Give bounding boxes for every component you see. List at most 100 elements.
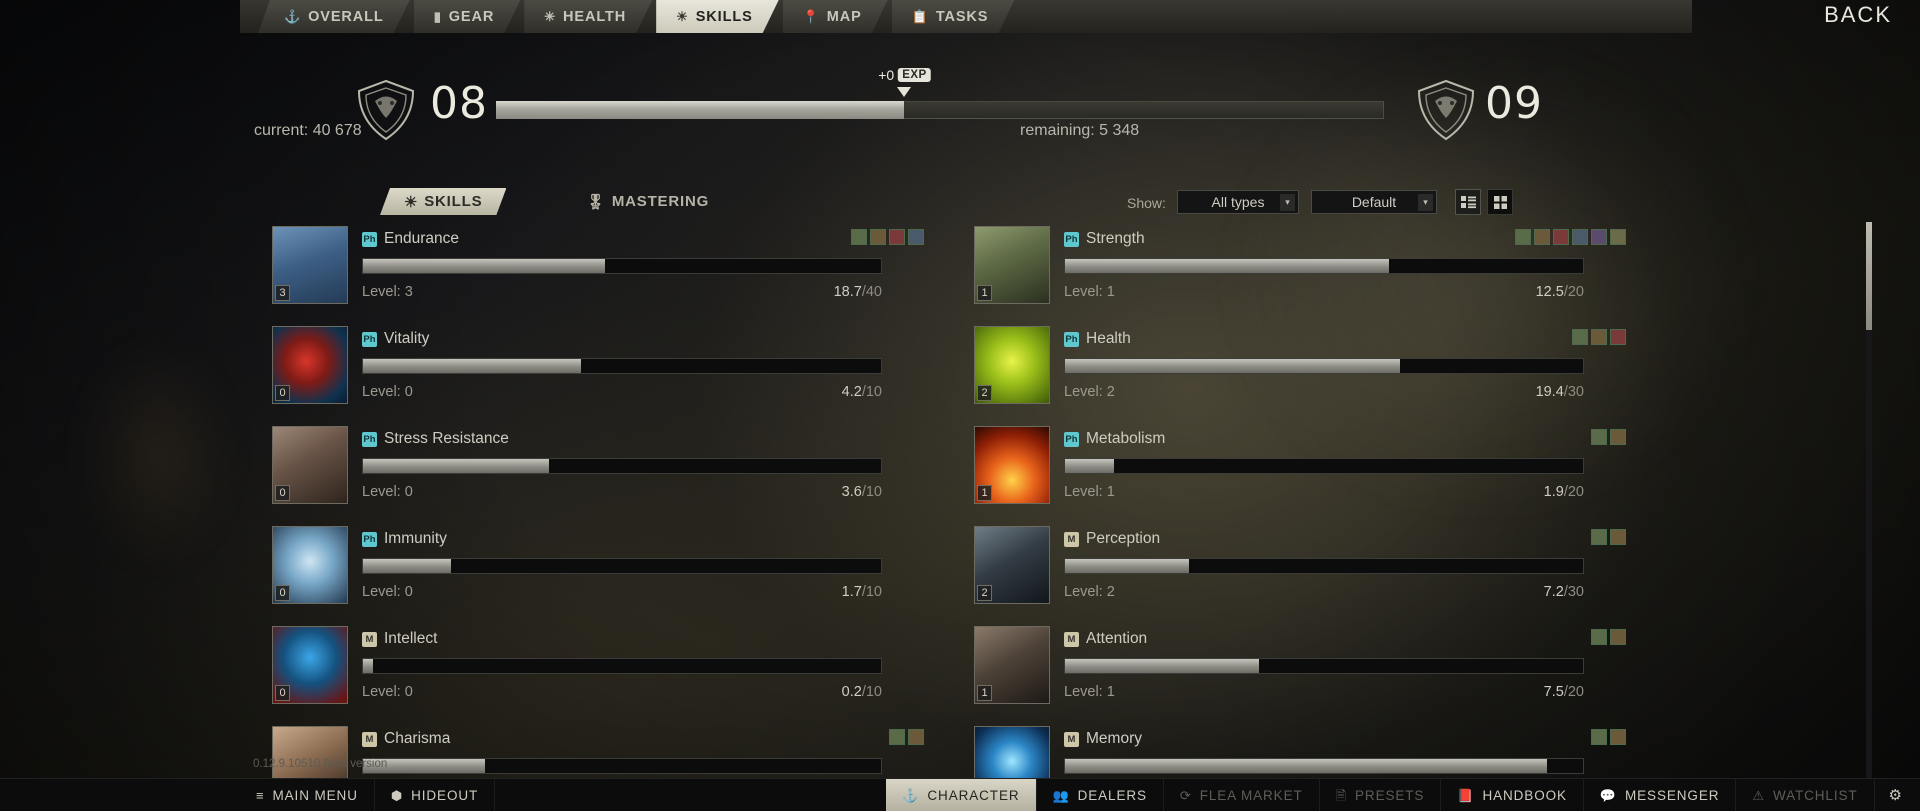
skill-name-group: Ph Strength xyxy=(1064,230,1145,248)
back-button[interactable]: BACK xyxy=(1824,2,1892,28)
subtab-mastering[interactable]: 🎖 MASTERING xyxy=(562,188,733,215)
current-experience-text: current: 40 678 xyxy=(254,122,362,139)
skill-perk-icon[interactable] xyxy=(1610,729,1626,745)
skill-perk-icon[interactable] xyxy=(870,229,886,245)
book-icon: 📕 xyxy=(1457,787,1475,803)
bottom-nav-flea-market[interactable]: ⟳ FLEA MARKET xyxy=(1164,779,1320,811)
skill-perk-icon[interactable] xyxy=(1610,529,1626,545)
skill-perk-icon[interactable] xyxy=(1591,629,1607,645)
skill-perk-icon[interactable] xyxy=(1591,429,1607,445)
skill-progress-fill xyxy=(1065,359,1400,373)
skill-row[interactable]: 1MMemoryLevel: 110.6/20> 99 xyxy=(942,720,1644,780)
skill-value-max: /10 xyxy=(861,684,882,700)
skill-row[interactable]: 0 Ph Vitality Level: 0 4.2/10 xyxy=(240,320,942,420)
skill-thumbnail: 0 xyxy=(272,426,348,504)
skill-thumbnail: 1 xyxy=(974,726,1050,780)
bottom-nav-handbook[interactable]: 📕 HANDBOOK xyxy=(1441,779,1584,811)
skill-perk-icon[interactable] xyxy=(1591,229,1607,245)
tab-health[interactable]: ✳ HEALTH xyxy=(524,0,652,33)
skill-perk-icon[interactable] xyxy=(889,229,905,245)
skill-perk-icon[interactable] xyxy=(1591,329,1607,345)
grid-view-icon[interactable] xyxy=(1487,189,1513,215)
skill-category-badge: M xyxy=(1064,531,1079,547)
tab-map[interactable]: 📍 MAP xyxy=(783,0,888,33)
bottom-nav-presets[interactable]: 🗎 PRESETS xyxy=(1320,779,1442,811)
skill-row[interactable]: 0 Ph Immunity Level: 0 1.7/10 xyxy=(240,520,942,620)
skill-row[interactable]: 2 M Perception Level: 2 7.2/30 xyxy=(942,520,1644,620)
skill-row[interactable]: 1 Ph Metabolism Level: 1 1.9/20 xyxy=(942,420,1644,520)
settings-gear-icon[interactable]: ⚙ xyxy=(1875,779,1916,811)
skill-type-dropdown[interactable]: All types ▾ xyxy=(1177,190,1299,214)
skill-perk-list xyxy=(1591,729,1626,745)
skill-progress-bar xyxy=(1064,758,1584,774)
bottom-nav-main-menu[interactable]: ≡ MAIN MENU xyxy=(240,779,375,811)
skill-progress-fill xyxy=(1065,759,1547,773)
skill-row[interactable]: 2 Ph Health Level: 2 19.4/30 xyxy=(942,320,1644,420)
skill-value-current: 0.2 xyxy=(841,684,862,700)
skill-sort-value: Default xyxy=(1351,194,1397,210)
skill-perk-icon[interactable] xyxy=(1534,229,1550,245)
next-level-number: 09 xyxy=(1485,78,1543,129)
skill-perk-icon[interactable] xyxy=(1515,229,1531,245)
skill-name-group: M Charisma xyxy=(362,730,450,748)
skill-row[interactable]: 0 Ph Stress Resistance Level: 0 3.6/10 xyxy=(240,420,942,520)
skill-thumbnail: 2 xyxy=(974,526,1050,604)
skill-perk-icon[interactable] xyxy=(1553,229,1569,245)
skill-perk-icon[interactable] xyxy=(889,729,905,745)
bottom-nav-watchlist[interactable]: ⚠ WATCHLIST xyxy=(1736,779,1875,811)
bottom-nav-hideout[interactable]: ⬢ HIDEOUT xyxy=(375,779,496,811)
skill-progress-fill xyxy=(363,659,374,673)
skill-perk-icon[interactable] xyxy=(1591,729,1607,745)
chat-icon: 💬 xyxy=(1599,787,1617,803)
skill-perk-icon[interactable] xyxy=(851,229,867,245)
skill-progress-fill xyxy=(363,259,606,273)
subtab-mastering-label: MASTERING xyxy=(611,193,710,210)
bottom-nav-label: WATCHLIST xyxy=(1772,787,1858,803)
skills-list[interactable]: 3 Ph Endurance Level: 3 18.7/40 0 Ph Vitality Le… xyxy=(240,220,1692,780)
skill-level-chip: 2 xyxy=(977,585,992,601)
skill-perk-list xyxy=(889,729,924,745)
bottom-nav-label: HIDEOUT xyxy=(411,787,479,803)
bottom-nav-character[interactable]: ⚓ CHARACTER xyxy=(886,779,1037,811)
skill-title: Immunity xyxy=(384,530,447,547)
skill-row[interactable]: 3 Ph Endurance Level: 3 18.7/40 xyxy=(240,220,942,320)
warning-triangle-icon: ⚠ xyxy=(1752,787,1765,803)
skills-scrollbar-thumb[interactable] xyxy=(1866,222,1872,330)
skill-progress-bar xyxy=(1064,658,1584,674)
skill-perk-icon[interactable] xyxy=(1610,229,1626,245)
skill-name-group: Ph Stress Resistance xyxy=(362,430,509,448)
skill-perk-icon[interactable] xyxy=(1572,229,1588,245)
skill-value-label: 3.6/10 xyxy=(362,484,882,500)
skill-perk-icon[interactable] xyxy=(908,729,924,745)
skill-perk-icon[interactable] xyxy=(1591,529,1607,545)
skill-perk-icon[interactable] xyxy=(908,229,924,245)
document-icon: 🗎 xyxy=(1335,787,1348,803)
subtab-skills[interactable]: ☀ SKILLS xyxy=(380,188,506,215)
skill-row[interactable]: 1MCharismaLevel: 14.7/20 xyxy=(240,720,942,780)
tab-overall[interactable]: ⚓ OVERALL xyxy=(258,0,410,33)
skill-value-current: 18.7 xyxy=(833,284,862,300)
tab-gear[interactable]: ▮ GEAR xyxy=(414,0,521,33)
list-view-icon[interactable] xyxy=(1455,189,1481,215)
skill-row[interactable]: 0 M Intellect Level: 0 0.2/10 xyxy=(240,620,942,720)
skill-category-badge: Ph xyxy=(362,331,377,347)
skill-sort-dropdown[interactable]: Default ▾ xyxy=(1311,190,1437,214)
skill-row[interactable]: 1 M Attention Level: 1 7.5/20 xyxy=(942,620,1644,720)
skill-progress-bar xyxy=(362,358,882,374)
tab-tasks[interactable]: 📋 TASKS xyxy=(892,0,1015,33)
skill-perk-icon[interactable] xyxy=(1572,329,1588,345)
skill-perk-icon[interactable] xyxy=(1610,429,1626,445)
tab-health-label: HEALTH xyxy=(563,8,627,25)
skill-perk-icon[interactable] xyxy=(1610,329,1626,345)
bottom-nav-label: MAIN MENU xyxy=(272,787,358,803)
skill-value-label: 0.2/10 xyxy=(362,684,882,700)
lightbulb-icon: ☀ xyxy=(676,9,689,24)
skill-perk-icon[interactable] xyxy=(1610,629,1626,645)
experience-bar: +0 EXP xyxy=(496,67,1384,119)
experience-gain-value: +0 xyxy=(878,67,895,83)
bottom-nav-dealers[interactable]: 👥 DEALERS xyxy=(1037,779,1164,811)
tab-skills[interactable]: ☀ SKILLS xyxy=(656,0,779,33)
skills-scrollbar[interactable] xyxy=(1866,222,1872,780)
skill-row[interactable]: 1 Ph Strength Level: 1 12.5/20 xyxy=(942,220,1644,320)
bottom-nav-messenger[interactable]: 💬 MESSENGER xyxy=(1584,779,1737,811)
